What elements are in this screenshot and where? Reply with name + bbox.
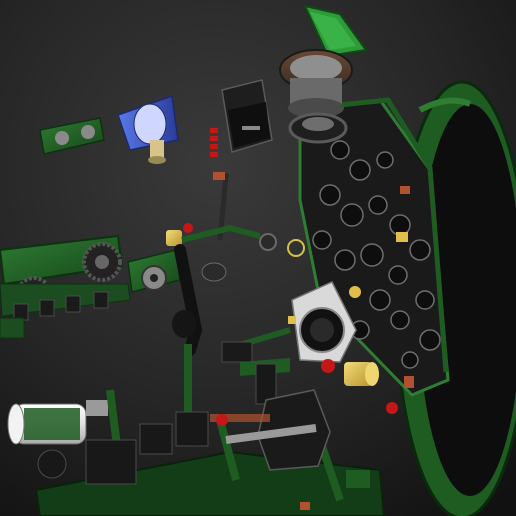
cad-assembly-scene bbox=[0, 0, 516, 516]
periscope-unit bbox=[279, 49, 353, 144]
